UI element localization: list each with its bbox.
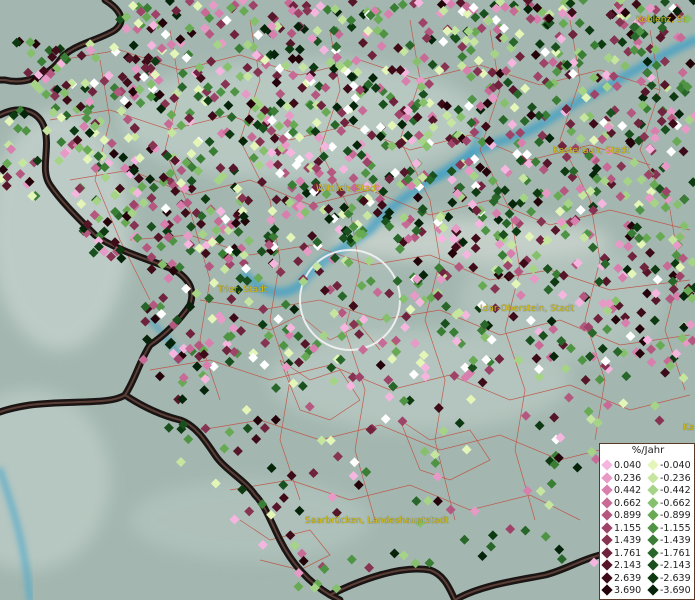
legend-swatch: [601, 484, 613, 496]
legend-value: 1.439: [614, 535, 642, 546]
legend-entry-negative: -2.143: [647, 559, 691, 572]
legend-entry-negative: -1.761: [647, 546, 691, 560]
map-canvas[interactable]: [0, 0, 695, 600]
legend-entry-positive: 0.899: [601, 509, 642, 522]
legend-swatch: [601, 546, 613, 559]
legend-swatch: [601, 459, 613, 471]
legend-swatch: [601, 521, 613, 534]
legend-swatch: [601, 496, 613, 509]
legend-value: 1.761: [614, 547, 642, 559]
legend-value: -0.040: [660, 460, 691, 471]
legend-entry-positive: 1.761: [601, 546, 642, 560]
legend-value: -1.439: [660, 535, 691, 546]
legend-entry-negative: -3.690: [647, 584, 691, 597]
legend-swatch: [601, 584, 613, 596]
legend-entry-negative: -1.155: [647, 521, 691, 535]
legend-swatch: [601, 471, 613, 484]
legend-entry-positive: 3.690: [601, 584, 642, 597]
place-label-ka: Ka: [683, 423, 695, 433]
legend-value: -0.662: [660, 497, 691, 509]
legend-value: 0.236: [614, 472, 642, 484]
legend-value: 0.040: [614, 460, 642, 471]
legend-entry-positive: 2.143: [601, 559, 642, 572]
legend-swatch: [647, 459, 659, 471]
legend-entry-negative: -2.639: [647, 571, 691, 585]
legend-value: 0.662: [614, 497, 642, 509]
legend-value: 1.155: [614, 522, 642, 534]
place-label-saarbruecken: Saarbrücken, Landeshauptstadt: [305, 516, 449, 526]
legend-entry-negative: -0.442: [647, 484, 691, 497]
legend-value: 0.899: [614, 510, 642, 521]
place-label-trier: Trier, Stadt: [218, 285, 268, 295]
color-legend: %/Jahr 0.040 0.236 0.442 0.662 0.899 1.155 1.4…: [599, 443, 695, 600]
legend-entry-positive: 0.662: [601, 496, 642, 510]
legend-value: -0.236: [660, 472, 691, 484]
legend-swatch: [601, 559, 613, 571]
legend-value: -1.155: [660, 522, 691, 534]
legend-value: -3.690: [660, 585, 691, 596]
legend-entry-negative: -0.662: [647, 496, 691, 510]
legend-entry-negative: -0.040: [647, 459, 691, 472]
legend-swatch: [601, 509, 613, 521]
legend-entry-positive: 0.236: [601, 471, 642, 485]
legend-entry-positive: 2.639: [601, 571, 642, 585]
legend-swatch: [647, 571, 659, 584]
legend-value: -1.761: [660, 547, 691, 559]
place-label-wittlich: Wittlich, Stadt: [316, 184, 380, 194]
legend-swatch: [647, 584, 659, 596]
legend-swatch: [647, 521, 659, 534]
legend-value: 2.639: [614, 572, 642, 584]
legend-value: 3.690: [614, 585, 642, 596]
legend-value: -2.639: [660, 572, 691, 584]
legend-entry-negative: -0.899: [647, 509, 691, 522]
legend-value: 0.442: [614, 485, 642, 496]
legend-entry-negative: -0.236: [647, 471, 691, 485]
place-label-kastellaun: Kastellaun, Stadt: [553, 146, 630, 156]
legend-value: -0.442: [660, 485, 691, 496]
legend-entry-positive: 1.439: [601, 534, 642, 547]
place-label-idar-oberstein: Idar-Oberstein, Stadt: [480, 304, 575, 314]
legend-swatch: [647, 471, 659, 484]
legend-entry-negative: -1.439: [647, 534, 691, 547]
legend-entry-positive: 0.442: [601, 484, 642, 497]
legend-swatch: [601, 571, 613, 584]
legend-value: -0.899: [660, 510, 691, 521]
legend-entry-positive: 0.040: [601, 459, 642, 472]
legend-swatch: [647, 546, 659, 559]
legend-value: -2.143: [660, 560, 691, 571]
legend-swatch: [647, 496, 659, 509]
legend-swatch: [647, 484, 659, 496]
legend-swatch: [647, 509, 659, 521]
legend-value: 2.143: [614, 560, 642, 571]
legend-title: %/Jahr: [631, 445, 665, 456]
legend-entry-positive: 1.155: [601, 521, 642, 535]
legend-swatch: [601, 534, 613, 546]
place-label-koblenz: Koblenz, St: [636, 15, 687, 25]
legend-swatch: [647, 559, 659, 571]
legend-swatch: [647, 534, 659, 546]
